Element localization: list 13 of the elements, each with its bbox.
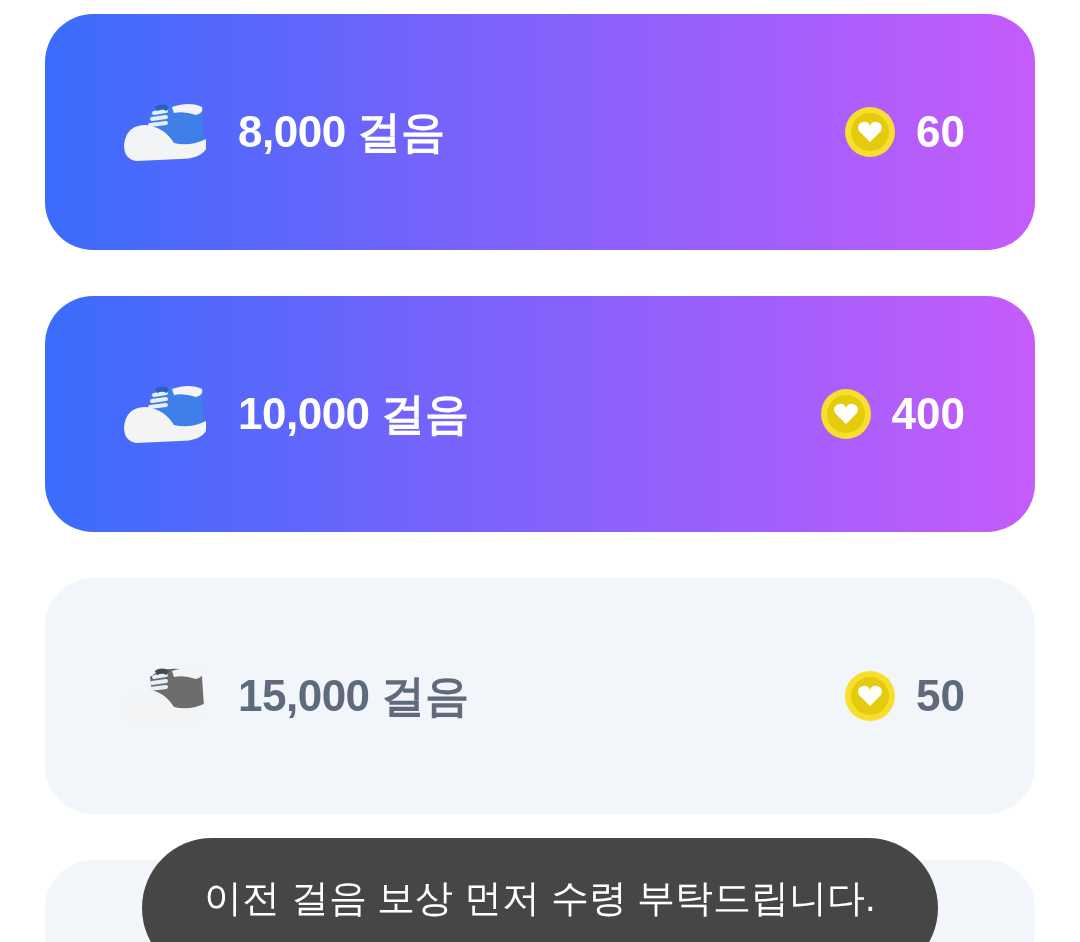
reward-card[interactable]: 10,000 걸음 400: [45, 296, 1035, 532]
reward-points: 60: [916, 106, 965, 158]
reward-points: 50: [916, 670, 965, 722]
heart-coin-icon: [844, 106, 897, 158]
step-goal: 15,000 걸음: [238, 670, 469, 722]
step-goal: 8,000 걸음: [238, 106, 445, 158]
toast-message: 이전 걸음 보상 먼저 수령 부탁드립니다.: [204, 878, 876, 920]
heart-coin-icon: [819, 388, 872, 440]
reward-card[interactable]: 8,000 걸음 60: [45, 14, 1035, 250]
reward-card[interactable]: 15,000 걸음 50: [45, 578, 1035, 814]
heart-coin-icon: [844, 670, 897, 722]
step-goal: 10,000 걸음: [238, 388, 469, 440]
reward-points: 400: [891, 388, 965, 440]
